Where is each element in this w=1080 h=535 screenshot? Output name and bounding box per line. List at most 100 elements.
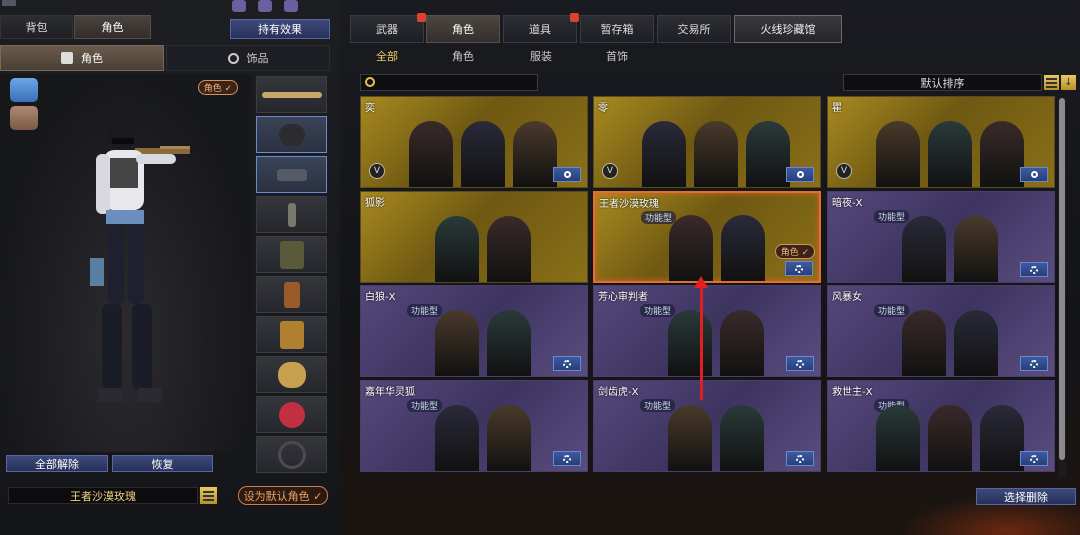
owned-effects-button[interactable]: 持有效果 <box>230 19 330 39</box>
tab-character[interactable]: 角色 <box>74 15 151 39</box>
slot-weapon[interactable] <box>256 76 327 113</box>
rotate-view-icon[interactable] <box>10 78 38 102</box>
slot-emblem[interactable] <box>256 356 327 393</box>
top-icon-bar <box>232 0 298 14</box>
set-default-label: 设为默认角色 ✓ <box>243 489 323 503</box>
filter-tab-2[interactable]: 服装 <box>530 47 552 65</box>
vip-icon: V <box>602 163 618 179</box>
sort-dropdown[interactable]: 默认排序 <box>843 74 1042 91</box>
item-card[interactable]: 芳心审判者 功能型 <box>593 285 821 377</box>
settings-button[interactable] <box>786 451 814 466</box>
character-name-field[interactable]: 王者沙漠玫瑰 <box>8 487 198 504</box>
character-portrait <box>954 216 998 282</box>
item-card[interactable]: 白狼-X 功能型 <box>360 285 588 377</box>
card-type-tag: 功能型 <box>407 304 443 317</box>
annotation-arrow <box>700 282 703 400</box>
subtab-character[interactable]: 角色 <box>0 45 164 71</box>
main-tab-2[interactable]: 道具 <box>503 13 579 43</box>
scrollbar-thumb[interactable] <box>1059 98 1065 460</box>
card-title: 风暴女 <box>832 292 862 303</box>
history-icon[interactable] <box>258 0 272 12</box>
main-tab-0[interactable]: 武器 <box>350 13 426 43</box>
main-tab-label: 道具 <box>529 23 551 36</box>
character-portrait <box>669 215 713 281</box>
settings-button[interactable] <box>553 451 581 466</box>
main-tab-1[interactable]: 角色 <box>426 15 500 43</box>
main-tab-5[interactable]: 火线珍藏馆 <box>734 15 842 43</box>
settings-button[interactable] <box>786 356 814 371</box>
card-type-tag: 功能型 <box>874 304 910 317</box>
slot-radio[interactable] <box>256 196 327 233</box>
character-portrait <box>487 216 531 282</box>
card-title: 嘉年华灵狐 <box>365 387 415 398</box>
character-portrait <box>642 121 686 187</box>
card-type-tag: 功能型 <box>641 211 677 224</box>
card-type-tag: 功能型 <box>640 399 676 412</box>
settings-button[interactable] <box>1020 451 1048 466</box>
preview-button[interactable] <box>553 167 581 182</box>
unequip-all-label: 全部解除 <box>35 457 79 471</box>
gear-icon <box>563 359 571 368</box>
subtab-accessories[interactable]: 饰品 <box>166 45 330 71</box>
item-card[interactable]: 狐影 <box>360 191 588 283</box>
gear-icon <box>796 359 804 368</box>
filter-tab-0[interactable]: 全部 <box>376 47 398 65</box>
card-type-tag: 功能型 <box>874 210 910 223</box>
gear-icon <box>1030 359 1038 368</box>
pose-icon[interactable] <box>10 106 38 130</box>
owned-effects-label: 持有效果 <box>258 23 302 36</box>
preview-button[interactable] <box>786 167 814 182</box>
character-portrait <box>668 310 712 376</box>
slot-pouches[interactable] <box>256 316 327 353</box>
item-card[interactable]: 嘉年华灵狐 功能型 <box>360 380 588 472</box>
search-input[interactable] <box>360 74 538 91</box>
settings-button[interactable] <box>553 356 581 371</box>
character-portrait <box>513 121 557 187</box>
restore-button[interactable]: 恢复 <box>112 455 213 472</box>
item-card[interactable]: 风暴女功能型 <box>827 285 1055 377</box>
slot-goggles[interactable] <box>256 156 327 193</box>
gift-icon[interactable] <box>232 0 246 12</box>
sort-direction-button[interactable]: ↓ <box>1061 75 1076 90</box>
character-portrait <box>720 310 764 376</box>
settings-button[interactable] <box>785 261 813 276</box>
filter-tab-3[interactable]: 首饰 <box>606 47 628 65</box>
wolf-emblem-icon <box>277 361 306 388</box>
character-portrait <box>668 405 712 471</box>
character-portrait <box>980 405 1024 471</box>
tab-character-label: 角色 <box>101 21 124 34</box>
item-card[interactable]: 王者沙漠玫瑰 功能型 角色 ✓ <box>593 191 821 283</box>
item-card[interactable]: 零V <box>593 96 821 188</box>
magnify-icon <box>1030 171 1038 178</box>
slot-backpack[interactable] <box>256 276 327 313</box>
tab-bag[interactable]: 背包 <box>0 15 73 39</box>
preview-button[interactable] <box>1020 167 1048 182</box>
filter-tab-1[interactable]: 角色 <box>452 47 474 65</box>
unequip-all-button[interactable]: 全部解除 <box>6 455 108 472</box>
slot-helmet[interactable] <box>256 116 327 153</box>
sort-menu-button[interactable] <box>1044 75 1059 90</box>
item-card[interactable]: 暗夜-X 功能型 <box>827 191 1055 283</box>
slot-empty[interactable] <box>256 436 327 473</box>
game-inventory-screen: 背包 角色 持有效果 角色 饰品 角色 ✓ 全部解除 恢复 王者沙漠玫瑰 设为默… <box>0 0 1080 535</box>
backpack-icon <box>283 281 300 308</box>
item-card[interactable]: 瞿V <box>827 96 1055 188</box>
settings-button[interactable] <box>1020 262 1048 277</box>
slot-spray[interactable] <box>256 396 327 433</box>
owned-badge: 角色 ✓ <box>775 244 815 259</box>
name-menu-button[interactable] <box>200 487 217 504</box>
settings-button[interactable] <box>1020 356 1048 371</box>
bag-icon[interactable] <box>284 0 298 12</box>
item-card[interactable]: 救世主-X功能型 <box>827 380 1055 472</box>
character-portrait <box>694 121 738 187</box>
main-tab-4[interactable]: 交易所 <box>657 15 731 43</box>
card-title: 瞿 <box>832 103 842 114</box>
set-default-button[interactable]: 设为默认角色 ✓ <box>238 486 328 505</box>
item-card[interactable]: 奕V <box>360 96 588 188</box>
select-delete-button[interactable]: 选择删除 <box>976 488 1076 505</box>
card-title: 剑齿虎-X <box>598 387 639 398</box>
item-card[interactable]: 剑齿虎-X 功能型 <box>593 380 821 472</box>
slot-vest[interactable] <box>256 236 327 273</box>
main-tab-3[interactable]: 暂存箱 <box>580 15 654 43</box>
character-portrait <box>876 405 920 471</box>
